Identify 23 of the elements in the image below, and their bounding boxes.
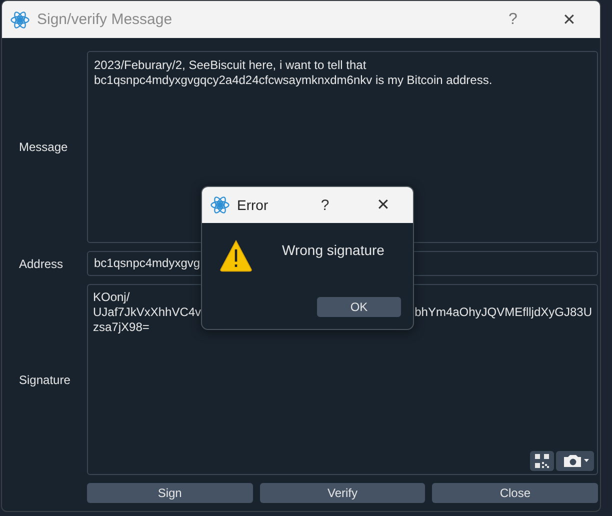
- signature-text: zsa7jX98=: [93, 320, 150, 335]
- ok-button[interactable]: OK: [317, 297, 401, 317]
- field-label: Address: [18, 256, 64, 270]
- signature-text: UJaf7JkVxXhhVC4v: [93, 305, 202, 320]
- warning-icon: [218, 239, 254, 273]
- close-button[interactable]: ✕: [546, 10, 592, 30]
- help-button[interactable]: ?: [317, 196, 333, 214]
- action-button[interactable]: Verify: [260, 483, 426, 503]
- qr-code-icon[interactable]: [530, 451, 554, 471]
- dialog-title: Error: [237, 197, 270, 213]
- atom-logo-icon: [10, 10, 30, 30]
- help-button[interactable]: ?: [490, 10, 536, 28]
- close-button[interactable]: ✕: [373, 195, 393, 215]
- error-message: Wrong signature: [282, 242, 384, 258]
- action-button[interactable]: Sign: [87, 483, 253, 503]
- signature-text: bhYm4aOhyJQVMEflljdXyGJ83U: [414, 305, 592, 320]
- window-title: Sign/verify Message: [37, 11, 174, 28]
- atom-logo-icon: [210, 195, 230, 215]
- signature-text: KOonj/: [93, 290, 130, 305]
- camera-icon[interactable]: [556, 451, 594, 471]
- field-label: Message: [18, 140, 69, 154]
- action-button[interactable]: Close: [432, 483, 598, 503]
- field-label: Signature: [18, 372, 72, 386]
